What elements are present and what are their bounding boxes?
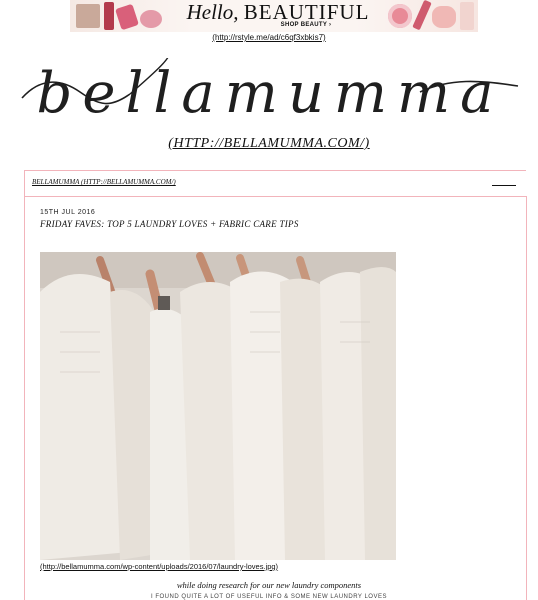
laundry-clothes-photo (40, 252, 396, 560)
brush-image (412, 0, 432, 31)
content-frame-right (526, 196, 527, 600)
nav-divider (24, 196, 526, 197)
lipstick-image (104, 2, 114, 30)
site-logo[interactable]: bellamumma (20, 58, 520, 130)
bottle-image (460, 2, 474, 30)
content-frame-left (24, 170, 25, 600)
logo-text: bellamumma (36, 61, 504, 126)
breadcrumb-link[interactable]: BELLAMUMMA (HTTP://BELLAMUMMA.COM/) (32, 178, 176, 186)
ad-headline-caps: BEAUTIFUL (243, 0, 370, 24)
header-divider (24, 170, 526, 171)
lipstick-image (115, 3, 139, 31)
menu-toggle-button[interactable] (492, 182, 516, 188)
post-image[interactable] (40, 252, 396, 560)
ad-banner[interactable]: Hello, BEAUTIFUL SHOP BEAUTY › (70, 0, 478, 32)
image-link[interactable]: (http://bellamumma.com/wp-content/upload… (40, 562, 278, 571)
post-intro-text: while doing research for our new laundry… (176, 580, 362, 590)
powder-image (432, 6, 456, 28)
blush-image (140, 10, 162, 28)
beauty-product-image (76, 4, 100, 28)
post-body-text: I FOUND QUITE A LOT OF USEFUL INFO & SOM… (151, 594, 387, 600)
site-home-link[interactable]: (HTTP://BELLAMUMMA.COM/) (0, 136, 538, 152)
post-title-link[interactable]: FRIDAY FAVES: TOP 5 LAUNDRY LOVES + FABR… (40, 219, 299, 229)
hamburger-icon (492, 185, 516, 186)
ad-headline: Hello, BEAUTIFUL (174, 0, 382, 24)
ad-link[interactable]: (http://rstyle.me/ad/c6qf3xbkis7) (0, 33, 538, 42)
post-date: 15TH JUL 2016 (40, 209, 96, 216)
shop-beauty-link[interactable]: SHOP BEAUTY › (246, 22, 366, 28)
ad-headline-italic: Hello, (186, 0, 239, 24)
compact-image (388, 4, 412, 28)
